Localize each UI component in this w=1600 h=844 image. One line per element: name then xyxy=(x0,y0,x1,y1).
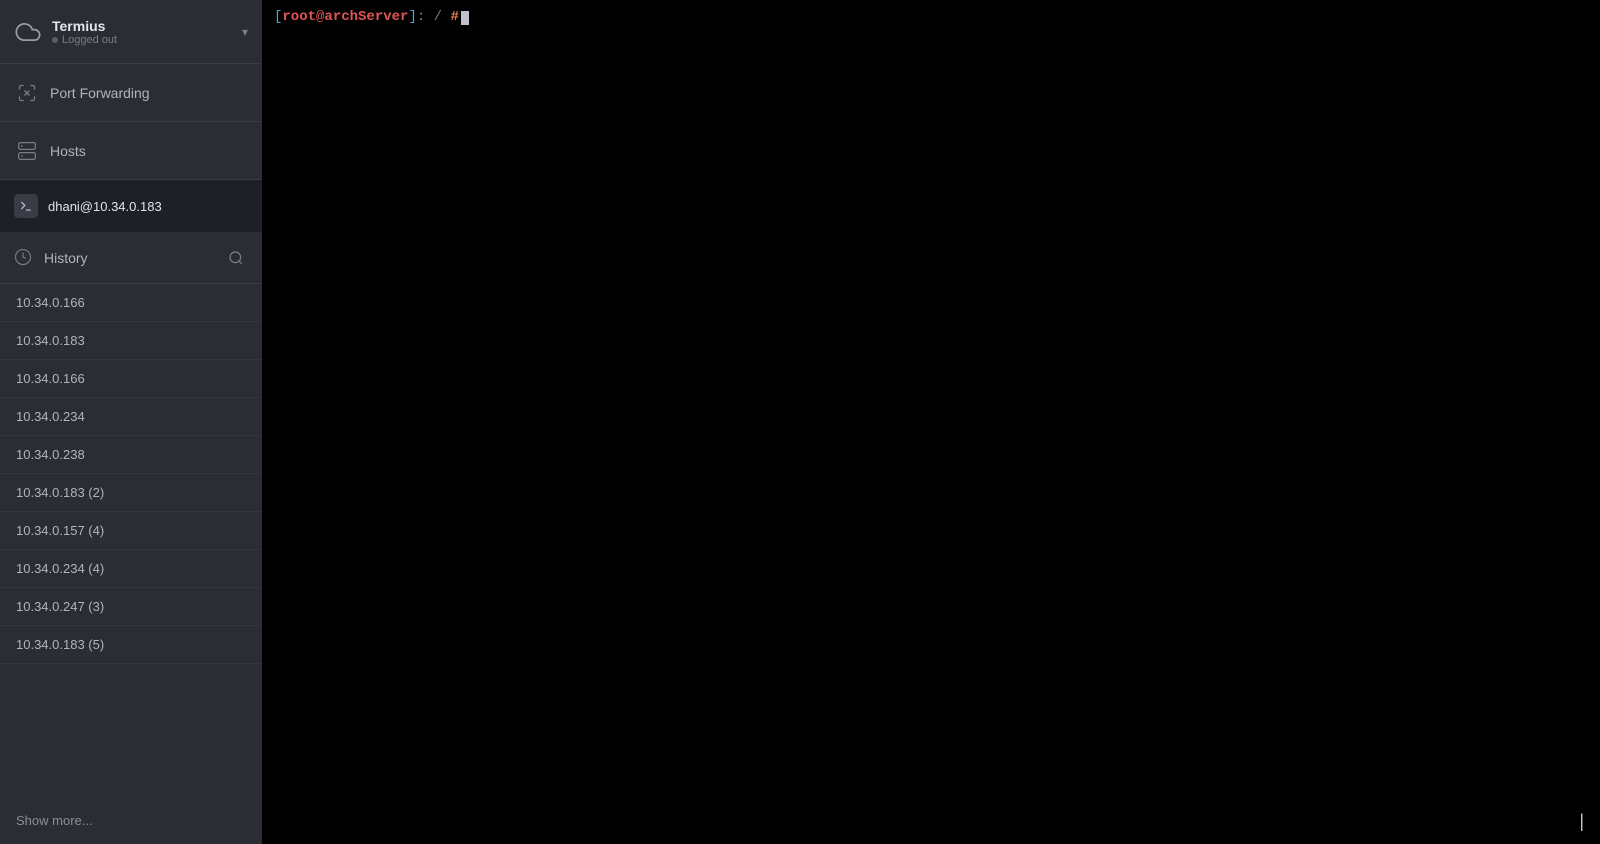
sidebar-item-port-forwarding[interactable]: Port Forwarding xyxy=(0,64,262,122)
history-item[interactable]: 10.34.0.247 (3) xyxy=(0,588,262,626)
history-item[interactable]: 10.34.0.183 (2) xyxy=(0,474,262,512)
app-status-text: Logged out xyxy=(62,34,117,46)
hosts-icon xyxy=(16,140,38,162)
app-title-group: Termius Logged out xyxy=(52,18,117,46)
history-item[interactable]: 10.34.0.234 xyxy=(0,398,262,436)
port-forwarding-label: Port Forwarding xyxy=(50,85,150,101)
history-item[interactable]: 10.34.0.166 xyxy=(0,360,262,398)
terminal-cursor xyxy=(461,11,469,25)
cloud-icon xyxy=(14,18,42,46)
bracket-open: [ xyxy=(274,8,282,28)
history-header: History xyxy=(0,232,262,284)
history-section: History 10.34.0.16610.34.0.18310.34.0.16… xyxy=(0,232,262,844)
history-search-button[interactable] xyxy=(224,246,248,270)
sidebar: Termius Logged out ▾ Port Forwarding xyxy=(0,0,262,844)
bracket-close: ] xyxy=(408,8,416,28)
sidebar-item-hosts[interactable]: Hosts xyxy=(0,122,262,180)
history-item[interactable]: 10.34.0.238 xyxy=(0,436,262,474)
app-status: Logged out xyxy=(52,34,117,46)
prompt-space xyxy=(442,8,450,28)
chevron-down-icon[interactable]: ▾ xyxy=(242,25,248,39)
prompt-host: archServer xyxy=(324,8,408,28)
app-header-left: Termius Logged out xyxy=(14,18,117,46)
mouse-cursor: | xyxy=(1579,811,1584,832)
terminal-icon xyxy=(14,194,38,218)
session-label: dhani@10.34.0.183 xyxy=(48,199,162,214)
history-item[interactable]: 10.34.0.183 xyxy=(0,322,262,360)
history-icon xyxy=(14,248,34,268)
terminal-area[interactable]: [ root @ archServer ] : / # | xyxy=(262,0,1600,844)
history-header-left: History xyxy=(14,248,88,268)
status-dot xyxy=(52,37,58,43)
prompt-root: root xyxy=(282,8,316,28)
prompt-path: : / xyxy=(417,8,442,28)
history-list: 10.34.0.16610.34.0.18310.34.0.16610.34.0… xyxy=(0,284,262,803)
history-item[interactable]: 10.34.0.183 (5) xyxy=(0,626,262,664)
app-title: Termius xyxy=(52,18,117,34)
prompt-at: @ xyxy=(316,8,324,28)
history-item[interactable]: 10.34.0.234 (4) xyxy=(0,550,262,588)
hosts-label: Hosts xyxy=(50,143,86,159)
terminal-prompt: [ root @ archServer ] : / # xyxy=(274,8,1588,28)
port-forwarding-icon xyxy=(16,82,38,104)
history-label: History xyxy=(44,250,88,266)
history-item[interactable]: 10.34.0.157 (4) xyxy=(0,512,262,550)
app-header[interactable]: Termius Logged out ▾ xyxy=(0,0,262,64)
history-item[interactable]: 10.34.0.166 xyxy=(0,284,262,322)
prompt-hash: # xyxy=(450,8,458,28)
show-more-button[interactable]: Show more... xyxy=(0,803,262,844)
active-session[interactable]: dhani@10.34.0.183 xyxy=(0,180,262,232)
